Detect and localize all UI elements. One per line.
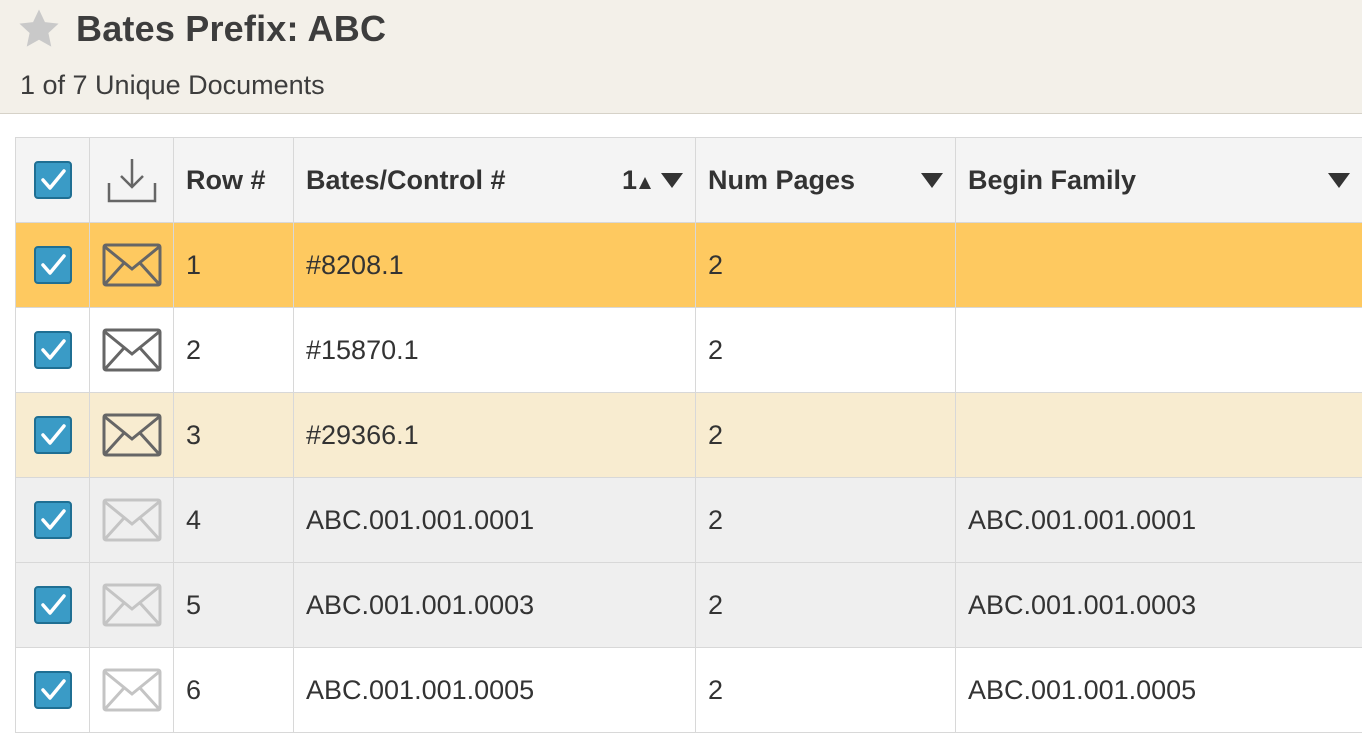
column-header-bates[interactable]: Bates/Control # 1 — [293, 137, 696, 223]
bates-number[interactable]: ABC.001.001.0001 — [293, 477, 696, 563]
row-icon-cell — [89, 392, 174, 478]
bates-number[interactable]: #29366.1 — [293, 392, 696, 478]
bates-number[interactable]: ABC.001.001.0005 — [293, 647, 696, 733]
row-icon-cell — [89, 477, 174, 563]
begin-family — [955, 222, 1362, 308]
table-header-row: Row # Bates/Control # 1 Num Pages Begin … — [15, 137, 1362, 223]
row-select-cell — [15, 307, 90, 393]
num-pages: 2 — [695, 647, 956, 733]
table-row[interactable]: 6 ABC.001.001.0005 2 ABC.001.001.0005 — [15, 647, 1362, 733]
envelope-icon-light[interactable] — [102, 498, 162, 542]
page-header: Bates Prefix: ABC 1 of 7 Unique Document… — [0, 0, 1362, 114]
row-checkbox[interactable] — [33, 246, 72, 284]
sort-ascending-icon — [639, 176, 651, 189]
table-row[interactable]: 2 #15870.1 2 — [15, 307, 1362, 393]
download-header-cell — [89, 137, 174, 223]
select-all-cell — [15, 137, 90, 223]
bates-number[interactable]: #15870.1 — [293, 307, 696, 393]
table-row[interactable]: 4 ABC.001.001.0001 2 ABC.001.001.0001 — [15, 477, 1362, 563]
begin-family — [955, 307, 1362, 393]
begin-family — [955, 392, 1362, 478]
select-all-checkbox[interactable] — [33, 161, 72, 199]
documents-table: Row # Bates/Control # 1 Num Pages Begin … — [15, 137, 1362, 733]
row-checkbox[interactable] — [33, 671, 72, 709]
row-number: 4 — [173, 477, 294, 563]
row-checkbox[interactable] — [33, 501, 72, 539]
row-icon-cell — [89, 222, 174, 308]
begin-family: ABC.001.001.0001 — [955, 477, 1362, 563]
table-row[interactable]: 3 #29366.1 2 — [15, 392, 1362, 478]
row-number: 1 — [173, 222, 294, 308]
num-pages: 2 — [695, 307, 956, 393]
num-pages: 2 — [695, 562, 956, 648]
row-select-cell — [15, 477, 90, 563]
download-icon[interactable] — [105, 153, 159, 207]
envelope-icon-light[interactable] — [102, 668, 162, 712]
column-header-row-num[interactable]: Row # — [173, 137, 294, 223]
num-pages: 2 — [695, 392, 956, 478]
table-row[interactable]: 5 ABC.001.001.0003 2 ABC.001.001.0003 — [15, 562, 1362, 648]
begin-family: ABC.001.001.0003 — [955, 562, 1362, 648]
document-count: 1 of 7 Unique Documents — [20, 70, 325, 100]
row-checkbox[interactable] — [33, 416, 72, 454]
column-menu-icon[interactable] — [661, 172, 683, 188]
row-number: 5 — [173, 562, 294, 648]
row-icon-cell — [89, 307, 174, 393]
row-select-cell — [15, 562, 90, 648]
envelope-icon[interactable] — [102, 413, 162, 457]
row-number: 2 — [173, 307, 294, 393]
row-select-cell — [15, 222, 90, 308]
num-pages: 2 — [695, 477, 956, 563]
begin-family: ABC.001.001.0005 — [955, 647, 1362, 733]
column-header-num-pages[interactable]: Num Pages — [695, 137, 956, 223]
num-pages: 2 — [695, 222, 956, 308]
column-menu-icon[interactable] — [1328, 172, 1350, 188]
sort-order: 1 — [621, 164, 637, 195]
sort-indicator[interactable]: 1 — [622, 165, 683, 196]
star-icon[interactable] — [16, 6, 62, 52]
row-select-cell — [15, 392, 90, 478]
column-menu-icon[interactable] — [921, 172, 943, 188]
row-icon-cell — [89, 562, 174, 648]
envelope-icon-light[interactable] — [102, 583, 162, 627]
envelope-icon[interactable] — [102, 328, 162, 372]
column-header-begin-family[interactable]: Begin Family — [955, 137, 1362, 223]
bates-number[interactable]: ABC.001.001.0003 — [293, 562, 696, 648]
envelope-icon[interactable] — [102, 243, 162, 287]
row-icon-cell — [89, 647, 174, 733]
page-title: Bates Prefix: ABC — [76, 8, 387, 49]
row-number: 3 — [173, 392, 294, 478]
bates-number[interactable]: #8208.1 — [293, 222, 696, 308]
row-number: 6 — [173, 647, 294, 733]
row-checkbox[interactable] — [33, 331, 72, 369]
table-row[interactable]: 1 #8208.1 2 — [15, 222, 1362, 308]
row-select-cell — [15, 647, 90, 733]
row-checkbox[interactable] — [33, 586, 72, 624]
